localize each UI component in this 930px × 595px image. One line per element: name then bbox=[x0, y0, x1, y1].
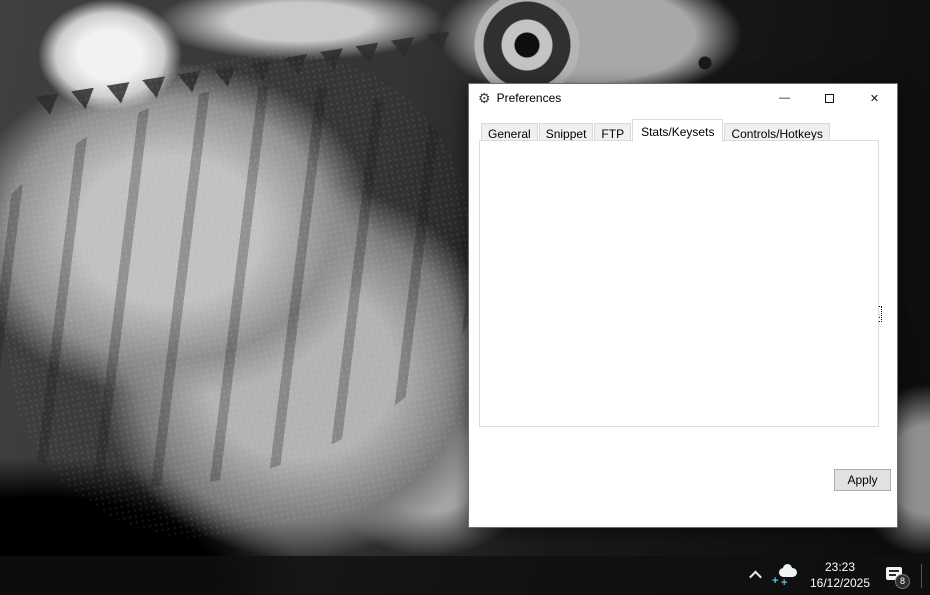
preferences-window: ⚙ Preferences — ✕ General Snippet FTP St… bbox=[468, 83, 898, 528]
taskbar-clock[interactable]: 23:23 16/12/2025 bbox=[807, 560, 873, 591]
apply-button[interactable]: Apply bbox=[834, 469, 891, 491]
stats-keysets-panel bbox=[479, 140, 879, 427]
clock-time: 23:23 bbox=[807, 560, 873, 576]
system-tray: + + 23:23 16/12/2025 8 bbox=[751, 560, 930, 591]
maximize-icon bbox=[825, 94, 834, 103]
notification-badge: 8 bbox=[895, 574, 910, 589]
tab-strip: General Snippet FTP Stats/Keysets Contro… bbox=[481, 121, 831, 142]
snowflake-icon: + bbox=[781, 578, 787, 589]
gear-icon: ⚙ bbox=[478, 91, 491, 105]
snowflake-icon: + bbox=[772, 576, 778, 587]
chevron-up-icon[interactable] bbox=[749, 571, 762, 584]
taskbar: + + 23:23 16/12/2025 8 bbox=[0, 556, 930, 595]
close-icon: ✕ bbox=[870, 92, 879, 105]
clock-date: 16/12/2025 bbox=[807, 576, 873, 592]
tab-stats-keysets[interactable]: Stats/Keysets bbox=[632, 119, 723, 142]
cloud-icon bbox=[779, 568, 797, 577]
titlebar[interactable]: ⚙ Preferences — ✕ bbox=[469, 84, 897, 112]
show-desktop-divider[interactable] bbox=[921, 564, 922, 588]
maximize-button[interactable] bbox=[807, 84, 852, 112]
window-title: Preferences bbox=[497, 91, 562, 105]
minimize-button[interactable]: — bbox=[762, 84, 807, 112]
minimize-icon: — bbox=[779, 92, 790, 104]
caption-buttons: — ✕ bbox=[762, 84, 897, 112]
action-center-icon[interactable]: 8 bbox=[886, 565, 908, 587]
weather-snow-icon[interactable]: + + bbox=[772, 565, 798, 587]
close-button[interactable]: ✕ bbox=[852, 84, 897, 112]
